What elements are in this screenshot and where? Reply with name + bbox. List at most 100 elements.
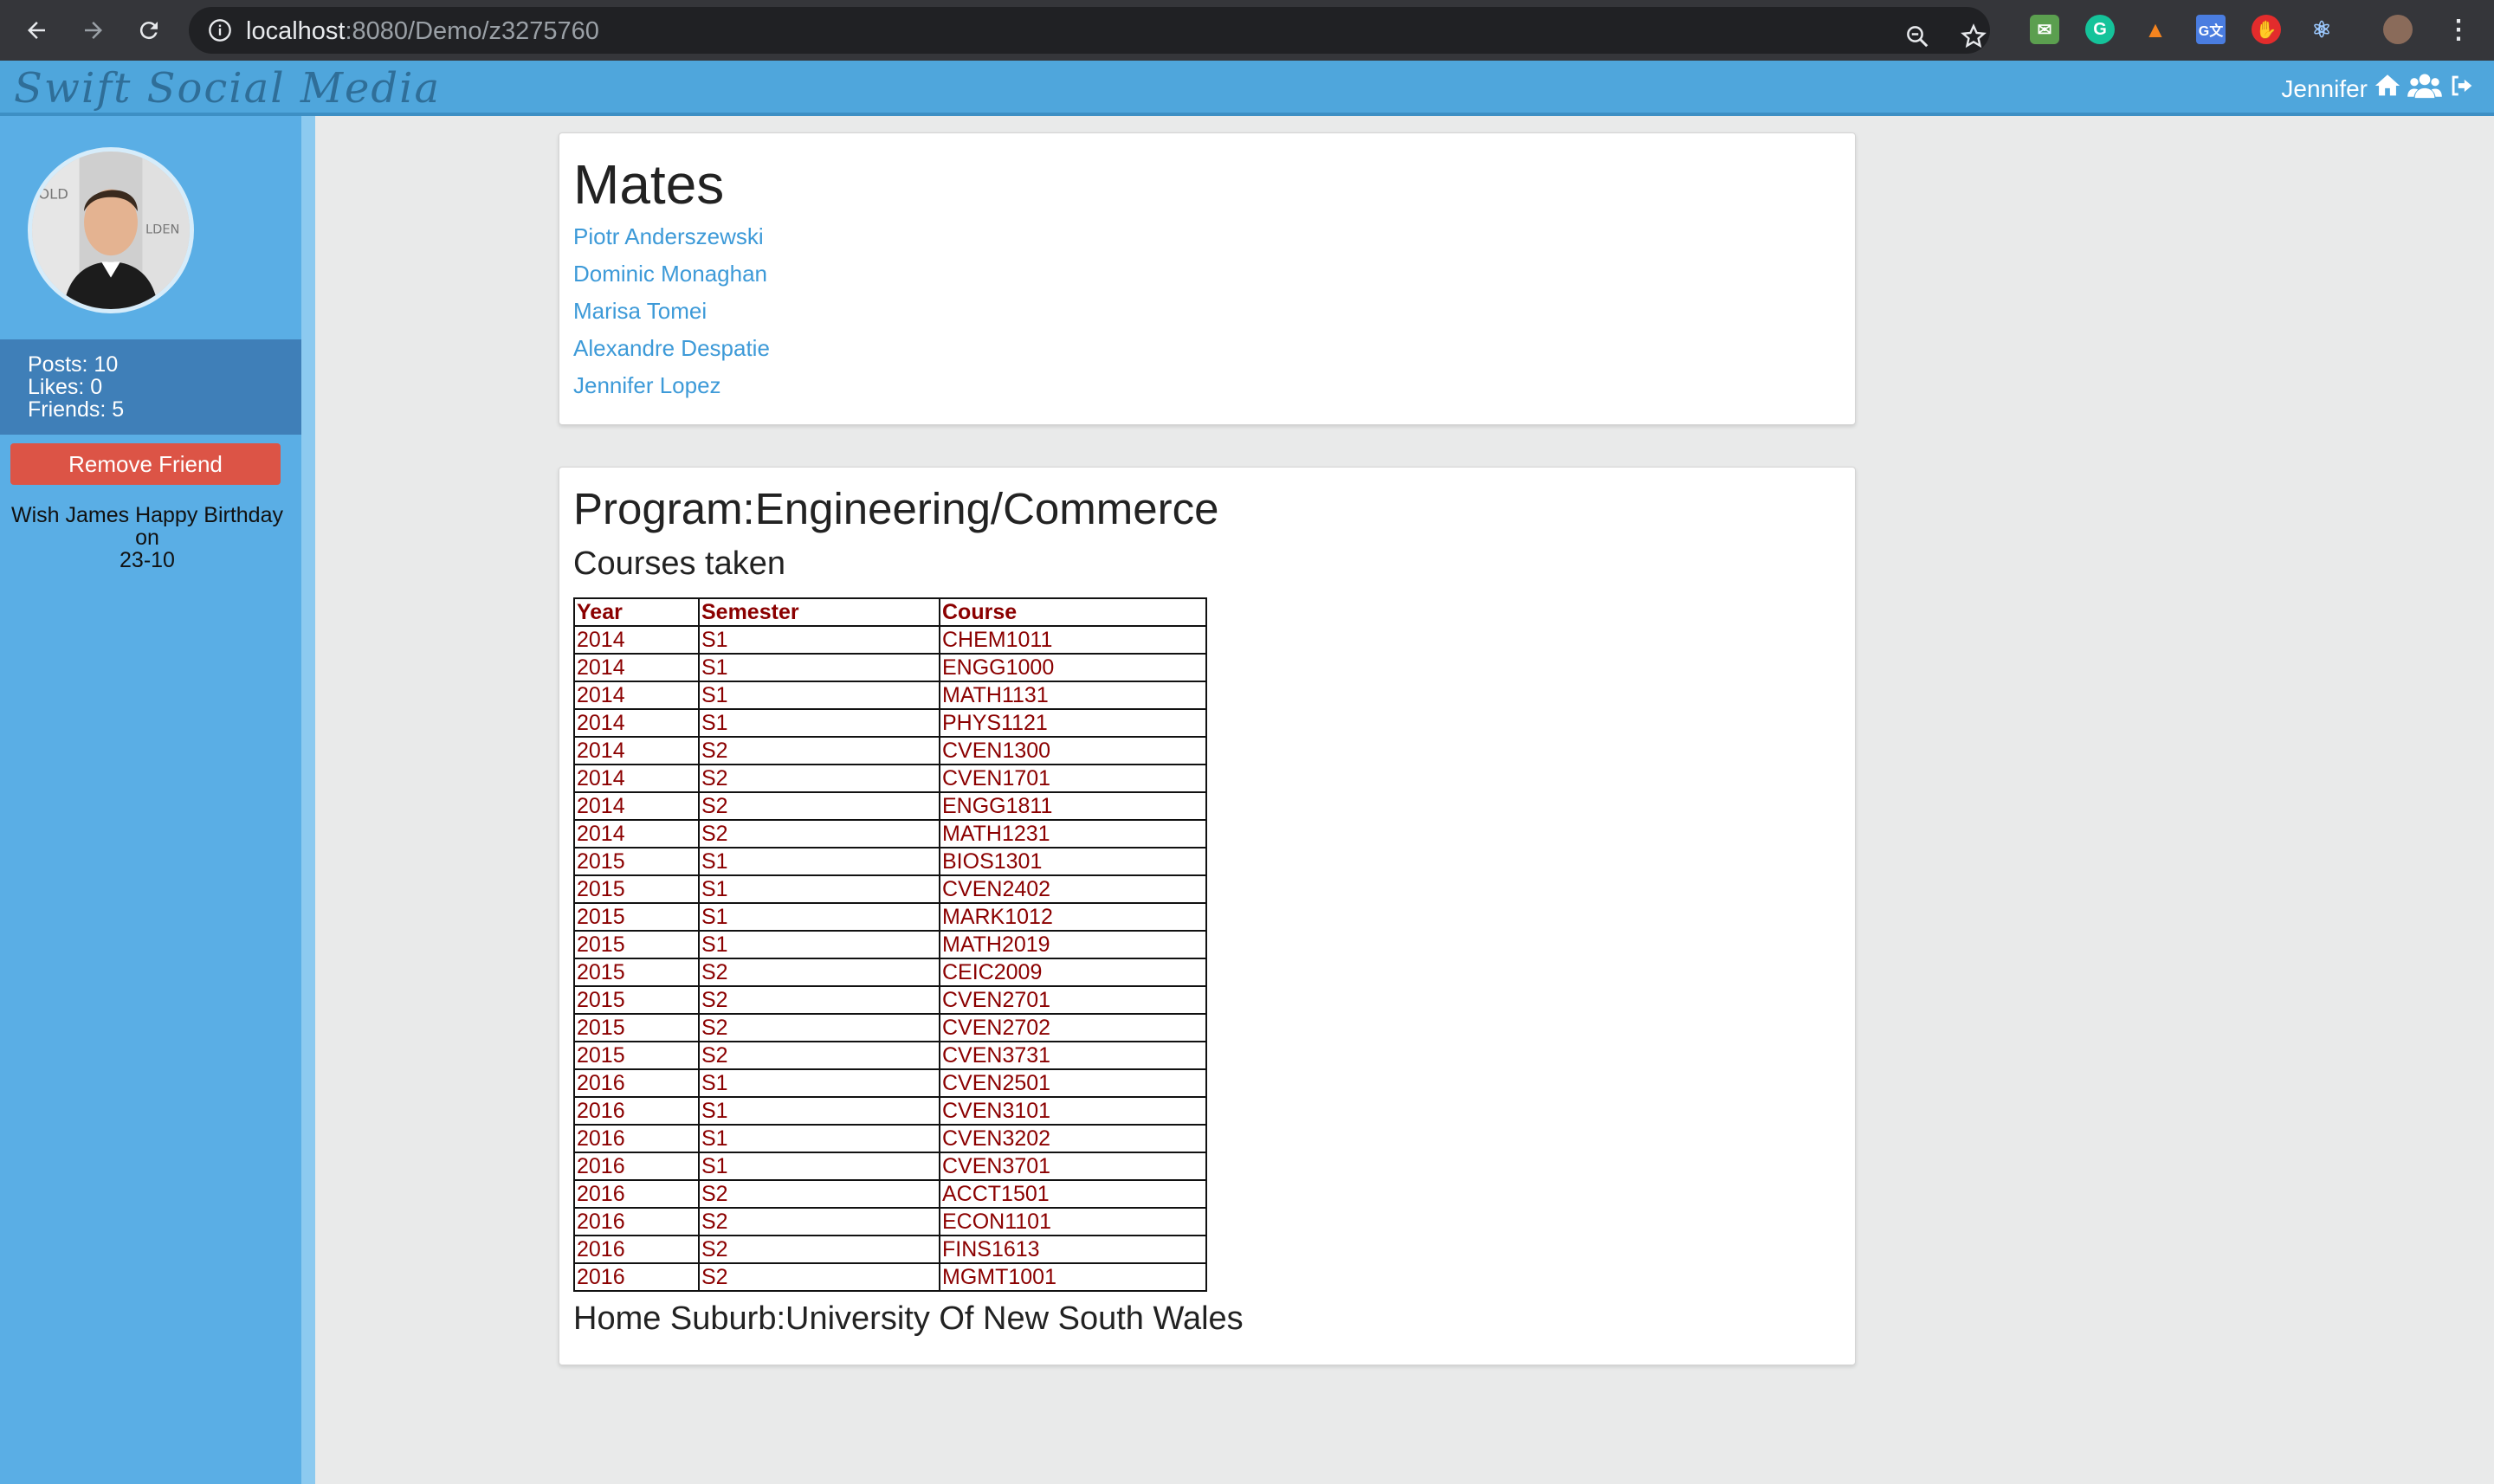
logout-icon[interactable] — [2447, 71, 2477, 106]
table-row: 2016 S2 MGMT1001 — [573, 1262, 1207, 1292]
table-row: 2014 S1 ENGG1000 — [573, 653, 1207, 682]
profile-avatar-icon[interactable] — [2383, 15, 2413, 44]
course-cell: CVEN3701 — [939, 1152, 1207, 1181]
courses-table-body: 2014 S1 CHEM1011 2014 S1 ENGG1000 2014 S1 MATH11… — [573, 625, 1207, 1292]
translate-icon[interactable]: G文 — [2196, 15, 2226, 44]
semester-cell: S2 — [698, 791, 940, 821]
svg-text:OLD: OLD — [38, 186, 68, 203]
course-cell: ACCT1501 — [939, 1179, 1207, 1209]
semester-cell: S1 — [698, 930, 940, 959]
mail-extension-icon[interactable]: ✉ — [2030, 15, 2059, 44]
year-cell: 2016 — [573, 1152, 700, 1181]
profile-stats: Posts: 10 Likes: 0 Friends: 5 — [0, 339, 301, 435]
table-header-row: Year Semester Course — [573, 597, 1207, 627]
course-cell: CHEM1011 — [939, 625, 1207, 655]
course-cell: MGMT1001 — [939, 1262, 1207, 1292]
mates-list: Piotr Anderszewski Dominic Monaghan Mari… — [573, 223, 770, 410]
mate-link[interactable]: Jennifer Lopez — [573, 372, 770, 410]
star-icon[interactable] — [1958, 21, 1989, 52]
mates-card: Mates Piotr Anderszewski Dominic Monagha… — [559, 132, 1856, 425]
grammarly-icon[interactable]: G — [2085, 15, 2115, 44]
year-cell: 2014 — [573, 625, 700, 655]
course-cell: BIOS1301 — [939, 847, 1207, 876]
year-cell: 2016 — [573, 1179, 700, 1209]
mate-link[interactable]: Alexandre Despatie — [573, 335, 770, 372]
column-header-year: Year — [573, 597, 700, 627]
remove-friend-button[interactable]: Remove Friend — [10, 443, 281, 485]
year-cell: 2014 — [573, 819, 700, 848]
semester-cell: S1 — [698, 1068, 940, 1098]
avatar: OLD LDEN — [28, 147, 194, 313]
reload-icon[interactable] — [132, 13, 166, 48]
friends-icon[interactable] — [2407, 71, 2442, 106]
course-cell: MATH1231 — [939, 819, 1207, 848]
address-bar[interactable]: localhost:8080/Demo/z3275760 — [189, 7, 1990, 54]
fox-extension-icon[interactable]: ▲ — [2141, 15, 2170, 44]
year-cell: 2014 — [573, 764, 700, 793]
menu-icon[interactable]: ⋮ — [2444, 15, 2473, 44]
semester-cell: S2 — [698, 1262, 940, 1292]
birthday-line: Wish James Happy Birthday — [10, 503, 283, 527]
table-row: 2016 S1 CVEN3101 — [573, 1096, 1207, 1126]
mate-link[interactable]: Dominic Monaghan — [573, 261, 770, 298]
forward-icon[interactable] — [76, 13, 111, 48]
semester-cell: S2 — [698, 985, 940, 1015]
mate-link[interactable]: Piotr Anderszewski — [573, 223, 770, 261]
table-row: 2014 S2 CVEN1701 — [573, 764, 1207, 793]
course-cell: CVEN2501 — [939, 1068, 1207, 1098]
course-cell: FINS1613 — [939, 1235, 1207, 1264]
program-card: Program:Engineering/Commerce Courses tak… — [559, 467, 1856, 1365]
url-text: localhost:8080/Demo/z3275760 — [246, 17, 599, 45]
course-cell: PHYS1121 — [939, 708, 1207, 738]
year-cell: 2015 — [573, 958, 700, 987]
semester-cell: S1 — [698, 625, 940, 655]
table-row: 2015 S1 MARK1012 — [573, 902, 1207, 932]
table-row: 2015 S2 CVEN2702 — [573, 1013, 1207, 1042]
mates-title: Mates — [573, 153, 725, 216]
user-name[interactable]: Jennifer — [2281, 75, 2368, 103]
semester-cell: S1 — [698, 847, 940, 876]
semester-cell: S2 — [698, 764, 940, 793]
home-suburb: Home Suburb:University Of New South Wale… — [573, 1300, 1244, 1337]
year-cell: 2016 — [573, 1207, 700, 1236]
course-cell: ENGG1811 — [939, 791, 1207, 821]
year-cell: 2014 — [573, 681, 700, 710]
react-devtools-icon[interactable]: ⚛ — [2307, 15, 2336, 44]
semester-cell: S2 — [698, 1179, 940, 1209]
home-icon[interactable] — [2373, 71, 2402, 106]
course-cell: MATH2019 — [939, 930, 1207, 959]
semester-cell: S1 — [698, 681, 940, 710]
year-cell: 2015 — [573, 1013, 700, 1042]
year-cell: 2015 — [573, 847, 700, 876]
course-cell: CVEN2702 — [939, 1013, 1207, 1042]
sidebar-divider — [301, 116, 315, 1484]
course-cell: CVEN1701 — [939, 764, 1207, 793]
adblock-icon[interactable]: ✋ — [2252, 15, 2281, 44]
zoom-icon[interactable] — [1902, 21, 1933, 52]
back-icon[interactable] — [19, 13, 54, 48]
semester-cell: S2 — [698, 736, 940, 765]
year-cell: 2015 — [573, 902, 700, 932]
mate-link[interactable]: Marisa Tomei — [573, 298, 770, 335]
user-area: Jennifer — [2281, 71, 2477, 106]
semester-cell: S2 — [698, 1235, 940, 1264]
birthday-line: on — [135, 526, 159, 550]
courses-title: Courses taken — [573, 545, 786, 582]
year-cell: 2016 — [573, 1068, 700, 1098]
semester-cell: S1 — [698, 653, 940, 682]
table-row: 2015 S1 BIOS1301 — [573, 847, 1207, 876]
friends-count: Friends: 5 — [28, 397, 125, 422]
course-cell: CVEN2402 — [939, 874, 1207, 904]
semester-cell: S1 — [698, 902, 940, 932]
table-row: 2014 S2 CVEN1300 — [573, 736, 1207, 765]
info-icon[interactable] — [208, 18, 232, 42]
year-cell: 2014 — [573, 736, 700, 765]
course-cell: CEIC2009 — [939, 958, 1207, 987]
table-row: 2014 S1 MATH1131 — [573, 681, 1207, 710]
semester-cell: S1 — [698, 708, 940, 738]
brand-logo[interactable]: Swift Social Media — [14, 64, 441, 113]
semester-cell: S2 — [698, 819, 940, 848]
table-row: 2015 S2 CVEN2701 — [573, 985, 1207, 1015]
course-cell: ENGG1000 — [939, 653, 1207, 682]
year-cell: 2014 — [573, 653, 700, 682]
